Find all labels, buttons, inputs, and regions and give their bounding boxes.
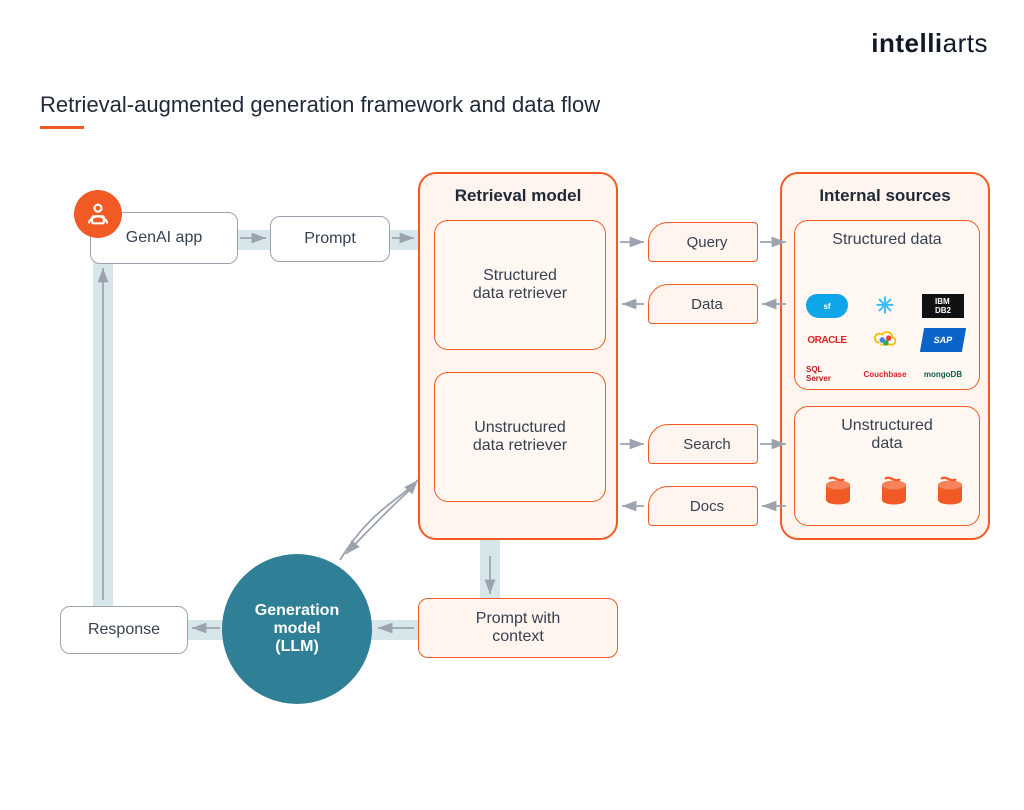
- docs-chip: Docs: [648, 486, 758, 526]
- database-icon: [876, 476, 912, 512]
- query-label: Query: [687, 234, 728, 251]
- retrieval-model-title: Retrieval model: [420, 186, 616, 206]
- unstructured-retriever-box: Unstructured data retriever: [434, 372, 606, 502]
- title-underline: [40, 126, 84, 129]
- docs-label: Docs: [690, 498, 724, 515]
- search-chip: Search: [648, 424, 758, 464]
- response-label: Response: [88, 621, 160, 639]
- ibm-db2-icon: IBMDB2: [922, 294, 964, 318]
- vendor-icon-grid: sf ✳ IBMDB2 ORACLE SAP SQL Server Couchb…: [806, 294, 968, 386]
- diagram-canvas: intelliarts Retrieval-augmented generati…: [0, 0, 1024, 810]
- response-box: Response: [60, 606, 188, 654]
- brand-bold: intelli: [871, 28, 942, 58]
- database-icon: [932, 476, 968, 512]
- brand-logo: intelliarts: [871, 28, 988, 59]
- salesforce-icon: sf: [806, 294, 848, 318]
- prompt-with-context-box: Prompt with context: [418, 598, 618, 658]
- internal-sources-title: Internal sources: [782, 186, 988, 206]
- mongodb-icon: mongoDB: [922, 362, 964, 386]
- unstructured-retriever-label: Unstructured data retriever: [473, 419, 567, 455]
- data-label: Data: [691, 296, 723, 313]
- generation-model-circle: Generation model (LLM): [222, 554, 372, 704]
- search-label: Search: [683, 436, 731, 453]
- generation-model-label: Generation model (LLM): [255, 602, 339, 656]
- prompt-box: Prompt: [270, 216, 390, 262]
- sql-server-icon: SQL Server: [806, 362, 848, 386]
- data-chip: Data: [648, 284, 758, 324]
- structured-retriever-box: Structured data retriever: [434, 220, 606, 350]
- prompt-label: Prompt: [304, 230, 356, 248]
- query-chip: Query: [648, 222, 758, 262]
- google-cloud-icon: [864, 328, 906, 352]
- page-title: Retrieval-augmented generation framework…: [40, 92, 600, 118]
- unstructured-data-label: Unstructured data: [841, 417, 933, 453]
- database-icon: [820, 476, 856, 512]
- couchbase-icon: Couchbase: [864, 362, 906, 386]
- genai-app-label: GenAI app: [126, 229, 203, 247]
- sap-icon: SAP: [920, 328, 966, 352]
- user-icon: [74, 190, 122, 238]
- internal-sources-container: Internal sources Structured data sf ✳ IB…: [780, 172, 990, 540]
- prompt-with-context-label: Prompt with context: [476, 610, 560, 646]
- unstructured-db-icons: [820, 476, 968, 512]
- snowflake-icon: ✳: [864, 294, 906, 318]
- structured-retriever-label: Structured data retriever: [473, 267, 567, 303]
- page-title-wrap: Retrieval-augmented generation framework…: [40, 92, 600, 129]
- structured-data-label: Structured data: [832, 231, 941, 249]
- brand-light: arts: [943, 28, 988, 58]
- flow-band-left-vertical: [93, 248, 113, 638]
- oracle-icon: ORACLE: [806, 328, 848, 352]
- retrieval-model-container: Retrieval model Structured data retrieve…: [418, 172, 618, 540]
